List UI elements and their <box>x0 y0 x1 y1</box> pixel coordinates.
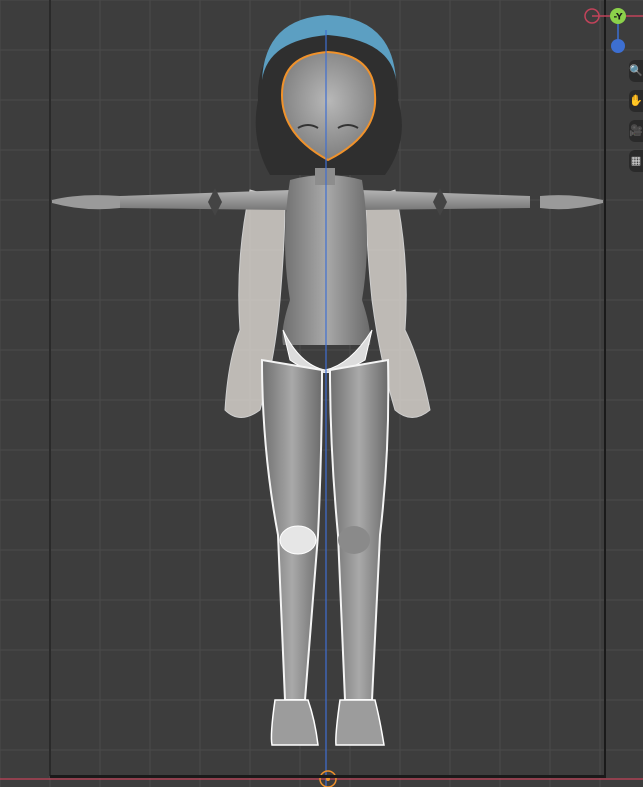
navigation-gizmo[interactable]: -Y <box>577 0 643 60</box>
camera-icon[interactable]: 🎥 <box>629 120 643 142</box>
3d-viewport[interactable] <box>0 0 643 787</box>
zoom-icon[interactable]: 🔍 <box>629 60 643 82</box>
frame-edge-left <box>49 0 51 776</box>
hand-icon[interactable]: ✋ <box>629 90 643 112</box>
viewport-side-tools: 🔍 ✋ 🎥 ▦ <box>629 60 643 180</box>
viewport-canvas[interactable] <box>0 0 643 787</box>
head-mesh <box>255 15 402 185</box>
frame-edge-bottom <box>50 775 606 778</box>
frame-edge-right <box>604 0 606 776</box>
gizmo-z-positive[interactable] <box>611 39 625 53</box>
torso-mesh <box>282 175 373 373</box>
legs-mesh <box>260 358 390 746</box>
grid-icon[interactable]: ▦ <box>629 150 643 172</box>
gizmo-y-label: -Y <box>614 13 623 23</box>
